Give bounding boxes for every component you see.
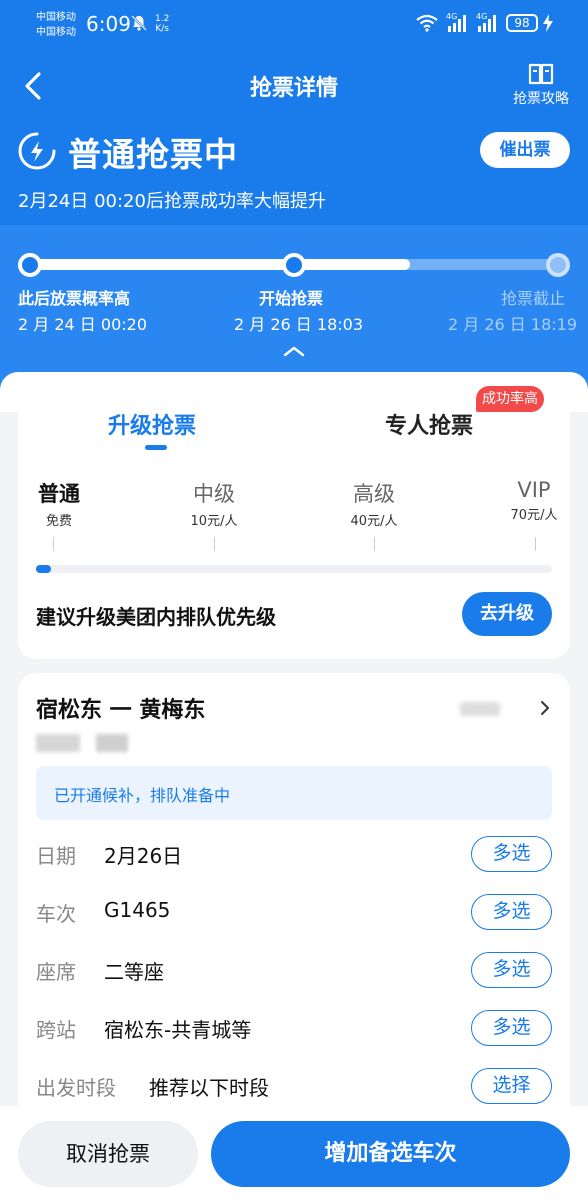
upgrade-button[interactable]: 去升级 xyxy=(462,592,552,636)
tier-name: VIP xyxy=(517,478,551,502)
timeline-step-label: 抢票截止 xyxy=(501,289,566,308)
departure-period-value: 推荐以下时段 xyxy=(149,1076,269,1100)
tier-tick xyxy=(374,537,375,551)
waitlist-notice-text: 已开通候补，排队准备中 xyxy=(54,786,231,805)
cross-station-label: 跨站 xyxy=(36,1018,76,1042)
guide-label: 抢票攻略 xyxy=(513,91,569,107)
urge-ticket-button[interactable]: 催出票 xyxy=(480,132,570,168)
masked-info xyxy=(460,702,500,716)
tier-price: 40元/人 xyxy=(350,514,398,529)
seat-multi-select-button[interactable]: 多选 xyxy=(471,952,552,988)
wifi-icon xyxy=(416,14,438,32)
carrier-2: 中国移动 xyxy=(36,27,76,38)
signal-icon xyxy=(478,15,496,32)
tier-slider-fill xyxy=(36,565,52,573)
bell-off-icon xyxy=(131,15,147,31)
charging-icon xyxy=(543,14,553,32)
chevron-up-icon[interactable] xyxy=(282,344,306,358)
guide-button[interactable]: 抢票攻略 xyxy=(506,62,576,108)
date-value: 2月26日 xyxy=(104,844,183,868)
seat-label: 座席 xyxy=(36,960,76,984)
tier-price: 免费 xyxy=(45,514,72,529)
tier-name: 中级 xyxy=(193,482,235,506)
departure-period-select-button[interactable]: 选择 xyxy=(471,1068,552,1104)
book-icon xyxy=(528,63,554,85)
network-speed: 1.2 K/s xyxy=(155,14,169,34)
page-title: 抢票详情 xyxy=(249,76,338,101)
tier-vip[interactable]: VIP 70元/人 xyxy=(502,478,566,523)
signal-icon xyxy=(448,15,466,32)
success-rate-hint: 2月24日 00:20后抢票成功率大幅提升 xyxy=(18,191,326,212)
success-rate-badge: 成功率高 xyxy=(476,386,544,412)
battery-indicator: 98 xyxy=(506,14,538,32)
cross-station-value: 宿松东-共青城等 xyxy=(104,1018,252,1042)
seat-value: 二等座 xyxy=(104,960,164,984)
train-multi-select-button[interactable]: 多选 xyxy=(471,894,552,930)
timeline-step-label: 此后放票概率高 xyxy=(18,289,131,308)
tier-name: 普通 xyxy=(38,482,80,506)
timeline-node xyxy=(282,253,306,277)
tab-indicator xyxy=(145,445,167,450)
add-train-button[interactable]: 增加备选车次 xyxy=(211,1121,570,1187)
date-multi-select-button[interactable]: 多选 xyxy=(471,836,552,872)
upgrade-suggestion: 建议升级美团内排队优先级 xyxy=(36,605,276,629)
status-bar: 中国移动 中国移动 6:09 1.2 K/s 4G 4G 98 xyxy=(0,0,588,48)
timeline-progress xyxy=(30,259,411,270)
date-label: 日期 xyxy=(36,844,76,868)
timeline-step-time: 2 月 26 日 18:03 xyxy=(234,315,363,334)
tab-upgrade[interactable]: 升级抢票 xyxy=(108,408,196,440)
masked-info xyxy=(36,734,80,752)
tier-price: 10元/人 xyxy=(190,514,238,529)
speed-unit: K/s xyxy=(155,24,169,34)
timeline-step-time: 2 月 26 日 18:19 xyxy=(448,315,577,334)
timeline-node xyxy=(18,253,42,277)
tier-slider[interactable] xyxy=(36,565,552,573)
tab-dedicated[interactable]: 专人抢票 xyxy=(385,408,473,440)
cross-station-multi-select-button[interactable]: 多选 xyxy=(471,1010,552,1046)
departure-period-label: 出发时段 xyxy=(36,1076,116,1100)
chevron-right-icon[interactable] xyxy=(538,698,552,718)
carrier-1: 中国移动 xyxy=(36,12,76,23)
tier-name: 高级 xyxy=(353,482,395,506)
route-title: 宿松东 一 黄梅东 xyxy=(36,698,206,723)
tier-tick xyxy=(535,537,536,551)
train-value: G1465 xyxy=(104,898,171,922)
carrier-labels: 中国移动 中国移动 xyxy=(36,10,76,40)
status-time: 6:09 xyxy=(86,12,131,36)
tier-tick xyxy=(214,537,215,551)
tier-tick xyxy=(53,537,54,551)
grab-status-title: 普通抢票中 xyxy=(68,135,238,174)
timeline-step-label: 开始抢票 xyxy=(259,289,324,308)
timeline-step-time: 2 月 24 日 00:20 xyxy=(18,315,147,334)
tier-basic[interactable]: 普通 免费 xyxy=(36,478,82,529)
tier-high[interactable]: 高级 40元/人 xyxy=(338,478,410,529)
tier-mid[interactable]: 中级 10元/人 xyxy=(179,478,249,529)
masked-info xyxy=(96,734,128,752)
train-label: 车次 xyxy=(36,902,76,926)
timeline-node xyxy=(546,253,570,277)
speed-value: 1.2 xyxy=(155,14,170,24)
lightning-icon xyxy=(18,132,56,170)
cancel-grab-button[interactable]: 取消抢票 xyxy=(18,1121,198,1187)
tier-price: 70元/人 xyxy=(510,508,558,523)
